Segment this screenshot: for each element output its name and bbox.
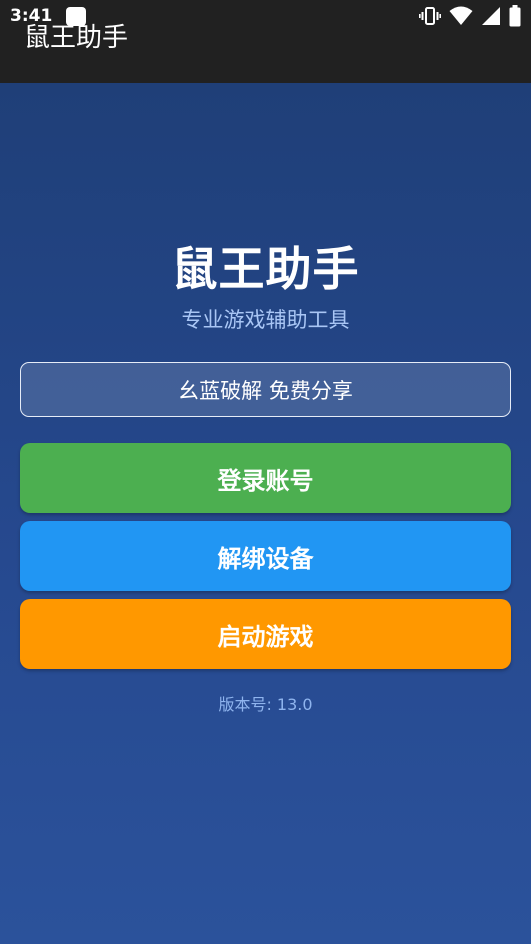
start-game-button[interactable]: 启动游戏 [20,599,511,669]
vibrate-icon [419,7,441,25]
main-content: 鼠王助手 专业游戏辅助工具 幺蓝破解 免费分享 登录账号 解绑设备 启动游戏 版… [0,83,531,944]
signal-icon [482,7,500,25]
unbind-device-button[interactable]: 解绑设备 [20,521,511,591]
app-bar: 鼠王助手 [0,25,531,83]
login-button[interactable]: 登录账号 [20,443,511,513]
notice-box: 幺蓝破解 免费分享 [20,362,511,417]
version-label: 版本号: 13.0 [218,695,313,714]
page-subtitle: 专业游戏辅助工具 [181,308,350,332]
wifi-icon [449,6,473,25]
battery-icon [509,5,521,27]
page-title: 鼠王助手 [171,242,360,296]
app-bar-title: 鼠王助手 [24,23,129,53]
status-icons [419,5,521,27]
